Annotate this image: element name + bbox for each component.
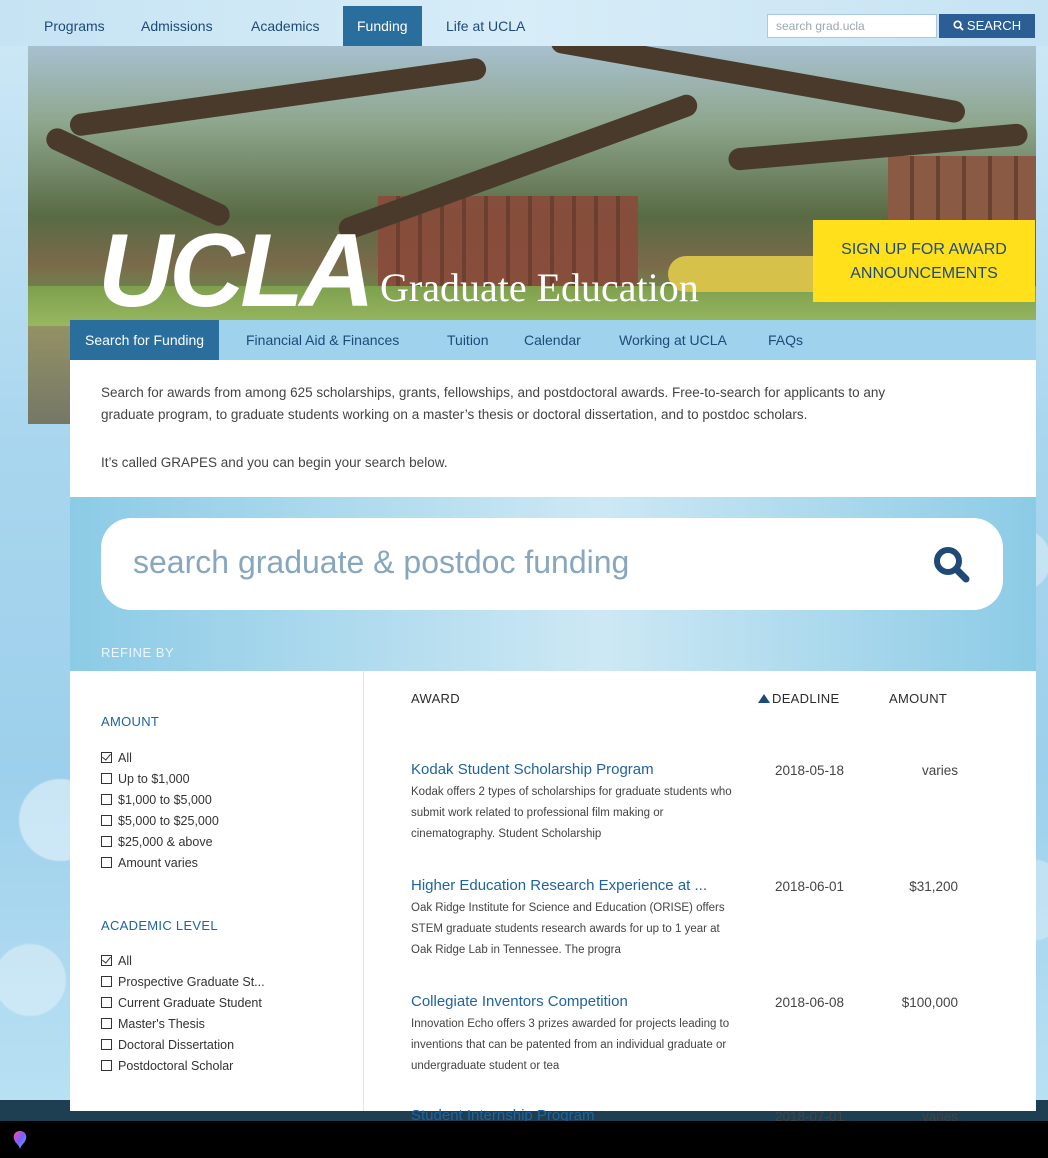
checkbox-icon: [101, 857, 112, 868]
award-deadline: 2018-05-18: [775, 763, 845, 778]
site-search-input[interactable]: search grad.ucla: [767, 14, 937, 38]
results-panel: AMOUNT All Up to $1,000 $1,000 to $5,000…: [70, 671, 1036, 1124]
intro-grapes: It’s called GRAPES and you can begin you…: [101, 455, 448, 470]
graduate-education-title: Graduate Education: [380, 265, 699, 310]
award-title-link[interactable]: Collegiate Inventors Competition: [411, 993, 741, 1010]
filter-label: Prospective Graduate St...: [118, 975, 265, 989]
nav-funding[interactable]: Funding: [343, 6, 422, 46]
checkbox-checked-icon: [101, 752, 112, 763]
checkbox-icon: [101, 836, 112, 847]
checkbox-icon: [101, 1039, 112, 1050]
filter-amount-25000-above[interactable]: $25,000 & above: [101, 835, 213, 855]
tab-financial-aid[interactable]: Financial Aid & Finances: [231, 320, 414, 360]
column-deadline[interactable]: DEADLINE: [758, 691, 839, 706]
column-amount[interactable]: AMOUNT: [889, 691, 947, 706]
filter-level-masters-thesis[interactable]: Master's Thesis: [101, 1017, 205, 1037]
filter-label: Up to $1,000: [118, 772, 190, 786]
filter-label: $25,000 & above: [118, 835, 213, 849]
checkbox-icon: [101, 976, 112, 987]
filter-amount-up-to-1000[interactable]: Up to $1,000: [101, 772, 190, 792]
filter-amount-all[interactable]: All: [101, 751, 132, 771]
tab-faqs[interactable]: FAQs: [753, 320, 818, 360]
filter-label: $1,000 to $5,000: [118, 793, 212, 807]
filter-label: Current Graduate Student: [118, 996, 262, 1010]
award-amount: $100,000: [901, 995, 958, 1010]
sort-up-icon: [758, 694, 770, 703]
award-amount: varies: [921, 763, 958, 778]
checkbox-icon: [101, 1060, 112, 1071]
award-title-link[interactable]: Kodak Student Scholarship Program: [411, 761, 741, 778]
search-band: search graduate & postdoc funding REFINE…: [70, 497, 1036, 671]
checkbox-icon: [101, 997, 112, 1008]
academic-level-filter-title: ACADEMIC LEVEL: [101, 918, 218, 933]
filter-label: All: [118, 751, 132, 765]
intro-line-2: graduate program, to graduate students w…: [101, 407, 808, 422]
signup-line-1: SIGN UP FOR AWARD: [841, 241, 1007, 258]
nav-programs[interactable]: Programs: [30, 6, 119, 46]
filter-level-all[interactable]: All: [101, 954, 132, 974]
filter-amount-5000-25000[interactable]: $5,000 to $25,000: [101, 814, 219, 834]
signup-line-2: ANNOUNCEMENTS: [850, 265, 998, 282]
ucla-logo[interactable]: UCLA: [98, 216, 375, 326]
filter-label: Amount varies: [118, 856, 198, 870]
nav-academics[interactable]: Academics: [237, 6, 333, 46]
site-search-label: SEARCH: [966, 18, 1022, 33]
filter-label: All: [118, 954, 132, 968]
tab-search-for-funding[interactable]: Search for Funding: [70, 320, 220, 360]
site-search-button[interactable]: SEARCH: [939, 14, 1035, 38]
filter-level-prospective[interactable]: Prospective Graduate St...: [101, 975, 265, 995]
filter-level-current[interactable]: Current Graduate Student: [101, 996, 262, 1016]
intro-content: Search for awards from among 625 scholar…: [70, 360, 1036, 498]
filter-label: $5,000 to $25,000: [118, 814, 219, 828]
hero-branch: [549, 46, 967, 125]
column-award[interactable]: AWARD: [411, 691, 460, 706]
amount-filter-title: AMOUNT: [101, 714, 160, 729]
checkbox-icon: [101, 815, 112, 826]
funding-search-placeholder: search graduate & postdoc funding: [133, 544, 630, 580]
tab-tuition[interactable]: Tuition: [432, 320, 504, 360]
filter-label: Master's Thesis: [118, 1017, 205, 1031]
checkbox-checked-icon: [101, 955, 112, 966]
hero-branch: [68, 56, 488, 138]
award-description: Oak Ridge Institute for Science and Educ…: [411, 898, 736, 961]
funding-search-input[interactable]: search graduate & postdoc funding: [101, 518, 1003, 610]
nav-life-at-ucla[interactable]: Life at UCLA: [432, 6, 539, 46]
award-deadline: 2018-06-08: [775, 995, 845, 1010]
award-description: Kodak offers 2 types of scholarships for…: [411, 782, 736, 845]
checkbox-icon: [101, 1018, 112, 1029]
tab-calendar[interactable]: Calendar: [509, 320, 596, 360]
funding-subnav: Search for Funding Financial Aid & Finan…: [70, 320, 1036, 360]
filter-label: Postdoctoral Scholar: [118, 1059, 234, 1073]
filter-amount-1000-5000[interactable]: $1,000 to $5,000: [101, 793, 212, 813]
filter-amount-varies[interactable]: Amount varies: [101, 856, 198, 876]
award-title-link[interactable]: Higher Education Research Experience at …: [411, 877, 741, 894]
tab-working-at-ucla[interactable]: Working at UCLA: [604, 320, 742, 360]
award-amount: $31,200: [909, 879, 958, 894]
top-navigation: Programs Admissions Academics Funding Li…: [0, 0, 1048, 46]
taskbar: [0, 1121, 1048, 1158]
filter-level-doctoral[interactable]: Doctoral Dissertation: [101, 1038, 234, 1058]
sidebar-divider: [363, 671, 364, 1111]
award-description: Innovation Echo offers 3 prizes awarded …: [411, 1014, 736, 1077]
search-icon: [953, 20, 964, 31]
checkbox-icon: [101, 773, 112, 784]
checkbox-icon: [101, 794, 112, 805]
nav-admissions[interactable]: Admissions: [127, 6, 227, 46]
app-balloon-icon[interactable]: [10, 1130, 30, 1150]
search-icon[interactable]: [931, 544, 971, 584]
signup-award-announcements-button[interactable]: SIGN UP FOR AWARD ANNOUNCEMENTS: [813, 220, 1035, 302]
award-deadline: 2018-06-01: [775, 879, 845, 894]
intro-line-1: Search for awards from among 625 scholar…: [101, 385, 886, 400]
column-deadline-label: DEADLINE: [772, 691, 840, 706]
filter-level-postdoc[interactable]: Postdoctoral Scholar: [101, 1059, 233, 1079]
filter-label: Doctoral Dissertation: [118, 1038, 235, 1052]
refine-by-label: REFINE BY: [101, 645, 175, 660]
